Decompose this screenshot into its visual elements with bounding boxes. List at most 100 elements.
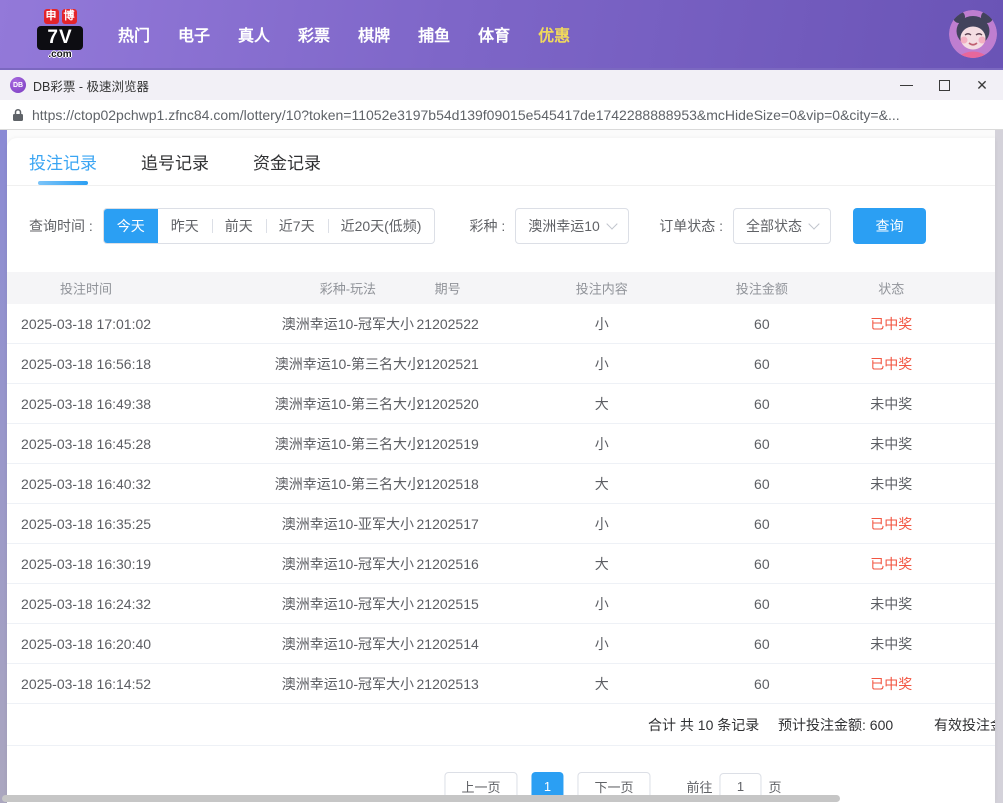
cell-content: 小 bbox=[594, 515, 609, 532]
page-left-strip bbox=[0, 130, 7, 803]
order-status-select[interactable]: 全部状态 bbox=[733, 208, 832, 244]
tab-0[interactable]: 投注记录 bbox=[29, 138, 97, 185]
cell-status: 已中奖 bbox=[870, 315, 913, 332]
cell-content: 大 bbox=[594, 475, 609, 492]
cell-content: 大 bbox=[594, 395, 609, 412]
column-header-2: 期号 bbox=[434, 281, 461, 297]
table-row: 2025-03-18 16:14:52 澳洲幸运10-冠军大小 21202513 大 6… bbox=[7, 664, 995, 704]
close-button[interactable]: ✕ bbox=[963, 70, 1001, 100]
cell-status: 未中奖 bbox=[870, 435, 913, 452]
cell-status: 已中奖 bbox=[870, 515, 913, 532]
vertical-scrollbar-track[interactable] bbox=[995, 130, 1003, 803]
cell-time: 2025-03-18 17:01:02 bbox=[21, 315, 152, 332]
table-row: 2025-03-18 16:40:32 澳洲幸运10-第三名大小 21202518 大… bbox=[7, 464, 995, 504]
cell-time: 2025-03-18 16:24:32 bbox=[21, 595, 152, 612]
cell-amount: 60 bbox=[754, 395, 770, 412]
cell-amount: 60 bbox=[754, 635, 770, 652]
record-tabs: 投注记录 追号记录 资金记录 bbox=[7, 138, 995, 186]
table-row: 2025-03-18 17:01:02 澳洲幸运10-冠军大小 21202522 小 6… bbox=[7, 304, 995, 344]
cell-time: 2025-03-18 16:14:52 bbox=[21, 675, 152, 692]
filter-bar: 查询时间 : 今天 昨天 前天 近7天 近20天(低频) 彩种 : 澳洲幸运10 订单状… bbox=[7, 208, 995, 244]
nav-item-2[interactable]: 真人 bbox=[224, 22, 284, 46]
cell-period: 21202516 bbox=[416, 555, 479, 572]
cell-period: 21202514 bbox=[416, 635, 479, 652]
cell-time: 2025-03-18 16:20:40 bbox=[21, 635, 152, 652]
nav-item-4[interactable]: 棋牌 bbox=[344, 22, 404, 46]
summary-valid-amount: 有效投注金 bbox=[934, 716, 995, 733]
time-option-2[interactable]: 前天 bbox=[211, 209, 266, 243]
minimize-button[interactable] bbox=[887, 70, 925, 100]
cell-content: 小 bbox=[594, 355, 609, 372]
nav-item-3[interactable]: 彩票 bbox=[284, 22, 344, 46]
summary-estimated-amount: 预计投注金额: 600 bbox=[778, 716, 894, 733]
lottery-select[interactable]: 澳洲幸运10 bbox=[515, 208, 630, 244]
cell-period: 21202513 bbox=[416, 675, 479, 692]
table-row: 2025-03-18 16:20:40 澳洲幸运10-冠军大小 21202514 小 6… bbox=[7, 624, 995, 664]
tab-1[interactable]: 追号记录 bbox=[141, 138, 209, 185]
cell-time: 2025-03-18 16:35:25 bbox=[21, 515, 152, 532]
time-option-0[interactable]: 今天 bbox=[103, 209, 158, 243]
cell-play: 澳洲幸运10-第三名大小 bbox=[274, 435, 421, 452]
time-option-4[interactable]: 近20天(低频) bbox=[327, 209, 435, 243]
column-header-5: 状态 bbox=[878, 281, 905, 297]
nav-item-6[interactable]: 体育 bbox=[464, 22, 524, 46]
logo-char-2: 博 bbox=[61, 8, 77, 24]
column-header-4: 投注金额 bbox=[735, 281, 788, 297]
cell-content: 大 bbox=[594, 675, 609, 692]
cell-status: 未中奖 bbox=[870, 475, 913, 492]
cell-status: 未中奖 bbox=[870, 395, 913, 412]
browser-urlbar[interactable]: https://ctop02pchwp1.zfnc84.com/lottery/… bbox=[0, 100, 1003, 130]
brand-logo-badges: 申 博 bbox=[28, 8, 92, 24]
cell-time: 2025-03-18 16:49:38 bbox=[21, 395, 152, 412]
cell-status: 未中奖 bbox=[870, 635, 913, 652]
cell-play: 澳洲幸运10-冠军大小 bbox=[281, 635, 414, 652]
table-header: 投注时间 彩种-玩法 期号 投注内容 投注金额 状态 bbox=[7, 272, 995, 304]
time-option-3[interactable]: 近7天 bbox=[265, 209, 328, 243]
avatar-illustration bbox=[949, 10, 997, 58]
nav-menu: 热门 电子 真人 彩票 棋牌 捕鱼 体育 优惠 bbox=[104, 22, 584, 46]
cell-status: 已中奖 bbox=[870, 675, 913, 692]
cell-period: 21202518 bbox=[416, 475, 479, 492]
logo-main-text: 7V bbox=[37, 25, 83, 50]
brand-logo[interactable]: 申 博 7V .com bbox=[28, 8, 92, 60]
cell-amount: 60 bbox=[754, 555, 770, 572]
cell-content: 小 bbox=[594, 635, 609, 652]
table-row: 2025-03-18 16:24:32 澳洲幸运10-冠军大小 21202515 小 6… bbox=[7, 584, 995, 624]
cell-status: 未中奖 bbox=[870, 595, 913, 612]
nav-item-1[interactable]: 电子 bbox=[164, 22, 224, 46]
horizontal-scrollbar-thumb[interactable] bbox=[2, 795, 840, 802]
window-titlebar[interactable]: DB DB彩票 - 极速浏览器 ✕ bbox=[0, 68, 1003, 100]
goto-page-label: 前往 bbox=[686, 780, 713, 795]
cell-play: 澳洲幸运10-第三名大小 bbox=[274, 475, 421, 492]
tab-2[interactable]: 资金记录 bbox=[253, 138, 321, 185]
bet-records-table: 投注时间 彩种-玩法 期号 投注内容 投注金额 状态 2025-03-18 17:01:0… bbox=[7, 272, 995, 746]
user-avatar[interactable] bbox=[949, 10, 997, 58]
cell-content: 小 bbox=[594, 595, 609, 612]
table-summary-row: 合计 共 10 条记录 预计投注金额: 600 有效投注金 bbox=[7, 704, 995, 746]
search-button[interactable]: 查询 bbox=[853, 208, 927, 244]
column-header-1: 彩种-玩法 bbox=[319, 281, 377, 297]
nav-item-7[interactable]: 优惠 bbox=[524, 22, 584, 46]
minimize-icon bbox=[899, 84, 913, 86]
page-suffix-label: 页 bbox=[768, 780, 782, 795]
nav-item-0[interactable]: 热门 bbox=[104, 22, 164, 46]
cell-play: 澳洲幸运10-第三名大小 bbox=[274, 395, 421, 412]
cell-content: 大 bbox=[594, 555, 609, 572]
cell-period: 21202520 bbox=[416, 395, 479, 412]
cell-period: 21202522 bbox=[416, 315, 479, 332]
maximize-button[interactable] bbox=[925, 70, 963, 100]
top-nav: 申 博 7V .com 热门 电子 真人 彩票 棋牌 捕鱼 体育 优惠 bbox=[0, 0, 1003, 68]
status-filter-label: 订单状态 : bbox=[659, 218, 724, 234]
nav-item-5[interactable]: 捕鱼 bbox=[404, 22, 464, 46]
table-row: 2025-03-18 16:49:38 澳洲幸运10-第三名大小 21202520 大… bbox=[7, 384, 995, 424]
time-option-1[interactable]: 昨天 bbox=[158, 209, 212, 243]
cell-play: 澳洲幸运10-冠军大小 bbox=[281, 555, 414, 572]
table-row: 2025-03-18 16:35:25 澳洲幸运10-亚军大小 21202517 小 6… bbox=[7, 504, 995, 544]
cell-content: 小 bbox=[594, 435, 609, 452]
lock-icon bbox=[13, 108, 23, 121]
summary-total-records: 合计 共 10 条记录 bbox=[648, 716, 760, 733]
logo-sub-text: .com bbox=[48, 48, 72, 60]
cell-play: 澳洲幸运10-亚军大小 bbox=[281, 515, 414, 532]
cell-period: 21202517 bbox=[416, 515, 479, 532]
cell-amount: 60 bbox=[754, 475, 770, 492]
